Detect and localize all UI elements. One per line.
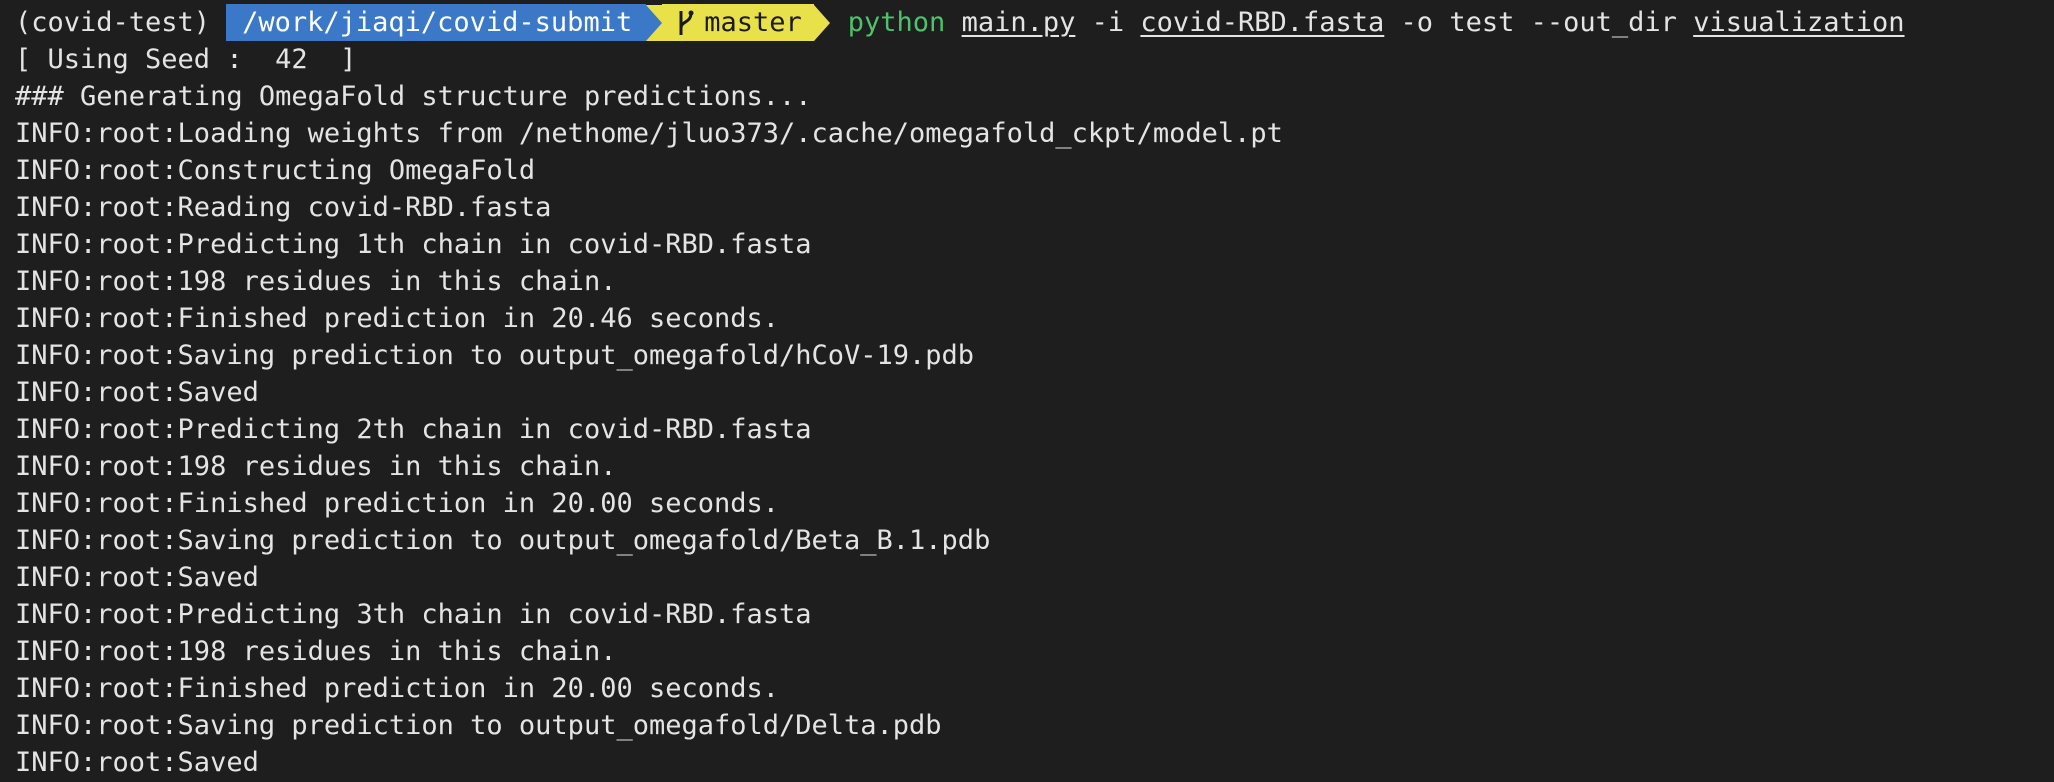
prompt-git-segment: master [662,4,814,41]
command-flag-o: -o [1400,7,1434,38]
shell-prompt: (covid-test) /work/jiaqi/covid-submit ma… [0,4,1905,41]
command-out-dir: visualization [1693,7,1905,38]
command-input[interactable]: python main.py -i covid-RBD.fasta -o tes… [848,4,1905,41]
output-line: ### Generating OmegaFold structure predi… [15,81,812,112]
output-line: INFO:root:Saved [15,747,259,778]
output-line: INFO:root:Saving prediction to output_om… [15,340,975,371]
command-script: main.py [961,7,1076,38]
output-line: INFO:root:Reading covid-RBD.fasta [15,192,552,223]
output-line: INFO:root:Finished prediction in 20.00 s… [15,673,780,704]
output-line: INFO:root:Saved [15,377,259,408]
command-flag-outdir: --out_dir [1530,7,1677,38]
git-branch-icon [679,10,694,35]
output-line: INFO:root:Predicting 1th chain in covid-… [15,229,812,260]
output-line: INFO:root:Saved [15,562,259,593]
output-line: INFO:root:Loading weights from /nethome/… [15,118,1283,149]
command-flag-i: -i [1091,7,1125,38]
output-line: INFO:root:Finished prediction in 20.00 s… [15,488,780,519]
output-line: INFO:root:Saving prediction to output_om… [15,710,942,741]
output-line: INFO:root:198 residues in this chain. [15,451,617,482]
git-branch-name: master [704,7,802,38]
conda-env-label: (covid-test) [15,7,211,38]
output-line: INFO:root:Constructing OmegaFold [15,155,536,186]
output-line: INFO:root:Predicting 2th chain in covid-… [15,414,812,445]
output-line: INFO:root:Finished prediction in 20.46 s… [15,303,780,334]
command-output-name: test [1449,7,1515,38]
prompt-directory-segment: /work/jiaqi/covid-submit [226,4,647,41]
powerline-separator-icon [646,4,663,41]
output-line: INFO:root:198 residues in this chain. [15,636,617,667]
output-line: INFO:root:Predicting 3th chain in covid-… [15,599,812,630]
output-line: INFO:root:Saving prediction to output_om… [15,525,991,556]
command-program: python [847,7,946,38]
command-input-file: covid-RBD.fasta [1140,7,1385,38]
output-line: INFO:root:198 residues in this chain. [15,266,617,297]
terminal-window[interactable]: (covid-test) /work/jiaqi/covid-submit ma… [0,0,2054,782]
output-line: [ Using Seed : 42 ] [15,44,357,75]
current-directory: /work/jiaqi/covid-submit [242,7,633,38]
powerline-separator-end-icon [813,4,830,41]
